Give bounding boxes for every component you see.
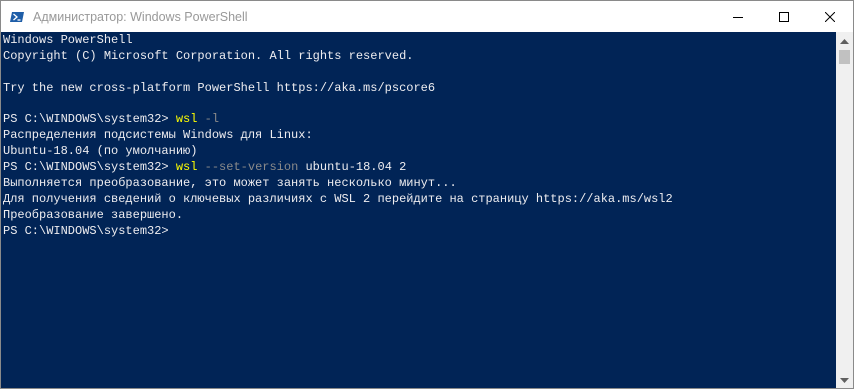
scroll-down-button[interactable] (836, 372, 853, 388)
close-icon (825, 11, 835, 22)
scroll-up-button[interactable] (836, 32, 853, 49)
command-line-2: PS C:\WINDOWS\system32> wsl --set-versio… (3, 160, 836, 176)
prompt: PS C:\WINDOWS\system32> (3, 223, 169, 238)
command-name: wsl (175, 112, 198, 127)
window-title: Администратор: Windows PowerShell (33, 9, 248, 24)
command-line-1: PS C:\WINDOWS\system32> wsl -l (3, 112, 836, 128)
command-argument: ubuntu-18.04 2 (305, 160, 407, 175)
pscore-hint-line: Try the new cross-platform PowerShell ht… (3, 80, 436, 95)
banner-line: Windows PowerShell (3, 33, 133, 47)
arrow-down-icon (840, 377, 849, 383)
command-name: wsl (175, 160, 198, 175)
scrollbar-thumb[interactable] (839, 50, 850, 64)
copyright-line: Copyright (C) Microsoft Corporation. All… (3, 48, 414, 63)
close-button[interactable] (807, 1, 853, 32)
output-line: Ubuntu-18.04 (по умолчанию) (3, 144, 198, 159)
command-argument: -l (204, 112, 220, 127)
maximize-icon (779, 11, 789, 22)
current-prompt-line[interactable]: PS C:\WINDOWS\system32> (3, 224, 836, 240)
powershell-window: Администратор: Windows PowerShell Window… (0, 0, 854, 389)
prompt: PS C:\WINDOWS\system32> (3, 112, 169, 127)
minimize-button[interactable] (715, 1, 761, 32)
output-line: Преобразование завершено. (3, 207, 184, 222)
output-line: Выполняется преобразование, это может за… (3, 176, 457, 191)
vertical-scrollbar[interactable] (836, 32, 853, 388)
maximize-button[interactable] (761, 1, 807, 32)
prompt: PS C:\WINDOWS\system32> (3, 160, 169, 175)
command-flag: --set-version (204, 160, 299, 175)
caption-buttons (715, 1, 853, 32)
minimize-icon (733, 16, 743, 18)
output-line: Распределения подсистемы Windows для Lin… (3, 128, 313, 143)
powershell-icon[interactable] (10, 10, 24, 24)
arrow-up-icon (840, 38, 849, 44)
output-line: Для получения сведений о ключевых различ… (3, 191, 673, 206)
title-bar[interactable]: Администратор: Windows PowerShell (1, 1, 853, 32)
console-output[interactable]: Windows PowerShell Copyright (C) Microso… (1, 32, 836, 388)
